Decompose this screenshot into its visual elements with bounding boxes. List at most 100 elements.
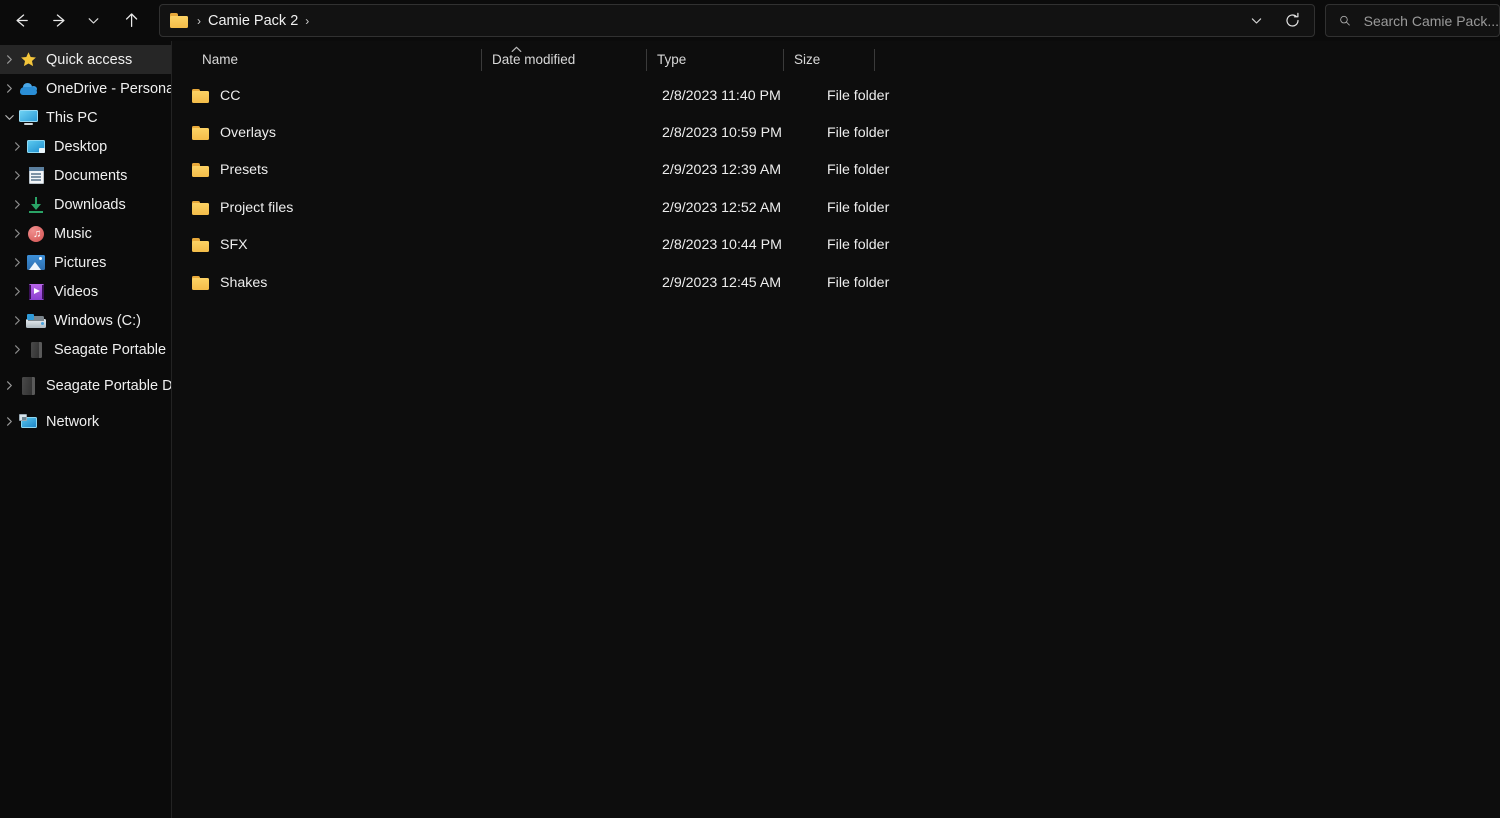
file-name-cell[interactable]: SFX <box>192 237 248 253</box>
address-bar[interactable]: › Camie Pack 2 › <box>159 4 1315 37</box>
forward-button[interactable] <box>42 5 76 37</box>
file-list-pane: Name Date modified Type Size CC 2/8/2023… <box>172 41 1500 818</box>
type-cell: File folder <box>827 274 890 291</box>
chevron-right-icon[interactable] <box>8 199 26 210</box>
back-button[interactable] <box>4 5 38 37</box>
type-cell: File folder <box>827 87 890 104</box>
chevron-down-icon[interactable] <box>0 112 18 123</box>
sidebar-item-this-pc[interactable]: This PC <box>0 103 171 132</box>
sidebar-item-pictures[interactable]: Pictures <box>0 248 171 277</box>
sidebar-item-label: This PC <box>46 109 98 126</box>
column-header-date-modified[interactable]: Date modified <box>482 41 575 77</box>
breadcrumb-separator-icon[interactable]: › <box>190 15 208 27</box>
pictures-icon <box>26 254 46 272</box>
navigation-toolbar: › Camie Pack 2 › Search Camie Pack... <box>0 0 1500 41</box>
refresh-icon <box>1285 12 1299 27</box>
table-row[interactable]: CC 2/8/2023 11:40 PM File folder <box>172 77 1500 114</box>
chevron-down-icon <box>1251 18 1261 24</box>
column-divider[interactable] <box>874 49 875 71</box>
chevron-right-icon[interactable] <box>8 170 26 181</box>
type-cell: File folder <box>827 125 890 142</box>
search-icon <box>1340 15 1350 26</box>
chevron-right-icon[interactable] <box>8 228 26 239</box>
previous-locations-button[interactable] <box>1238 5 1274 36</box>
refresh-button[interactable] <box>1274 5 1310 36</box>
sidebar-item-documents[interactable]: Documents <box>0 161 171 190</box>
type-cell: File folder <box>827 162 890 179</box>
sidebar-item-label: Pictures <box>54 254 107 271</box>
arrow-up-icon <box>125 13 137 28</box>
videos-icon <box>26 283 46 301</box>
folder-icon <box>192 275 209 290</box>
breadcrumb-item-camie-pack-2[interactable]: Camie Pack 2 <box>208 13 298 29</box>
type-cell: File folder <box>827 199 890 216</box>
sidebar-item-seagate-portable-drive[interactable]: Seagate Portable Drive <box>0 371 171 400</box>
column-header-name[interactable]: Name <box>192 41 238 77</box>
file-name-cell[interactable]: Shakes <box>192 275 267 291</box>
sidebar-item-downloads[interactable]: Downloads <box>0 190 171 219</box>
sidebar-item-label: Videos <box>54 283 99 300</box>
file-explorer-window: › Camie Pack 2 › Search Camie Pack... Qu… <box>0 0 1500 818</box>
external-drive-icon <box>26 341 46 359</box>
sidebar-item-desktop[interactable]: Desktop <box>0 132 171 161</box>
documents-icon <box>26 167 46 185</box>
external-drive-icon <box>18 376 38 395</box>
arrow-right-icon <box>52 14 65 27</box>
file-name-text: Shakes <box>220 274 268 291</box>
file-name-cell[interactable]: CC <box>192 88 241 104</box>
chevron-right-icon[interactable] <box>0 380 18 391</box>
navigation-pane[interactable]: Quick access OneDrive - Personal This PC… <box>0 41 172 818</box>
chevron-right-icon[interactable] <box>8 315 26 326</box>
sidebar-item-quick-access[interactable]: Quick access <box>0 45 171 74</box>
chevron-right-icon[interactable] <box>0 416 18 427</box>
sidebar-item-music[interactable]: ♫ Music <box>0 219 171 248</box>
folder-icon <box>192 126 209 141</box>
file-name-text: Overlays <box>220 125 276 142</box>
sidebar-item-windows-c[interactable]: Windows (C:) <box>0 306 171 335</box>
this-pc-icon <box>18 109 38 127</box>
date-modified-cell: 2/8/2023 10:59 PM <box>662 125 782 142</box>
arrow-left-icon <box>15 14 28 27</box>
chevron-down-icon <box>88 18 98 24</box>
date-modified-cell: 2/8/2023 11:40 PM <box>662 87 781 104</box>
folder-icon <box>192 88 209 103</box>
breadcrumb-separator-trailing-icon[interactable]: › <box>298 15 316 27</box>
file-name-cell[interactable]: Presets <box>192 162 268 178</box>
sidebar-item-label: Downloads <box>54 196 126 213</box>
file-name-text: Project files <box>220 199 294 216</box>
explorer-body: Quick access OneDrive - Personal This PC… <box>0 41 1500 818</box>
sidebar-item-label: Music <box>54 225 92 242</box>
table-row[interactable]: Overlays 2/8/2023 10:59 PM File folder <box>172 114 1500 151</box>
search-input-placeholder[interactable]: Search Camie Pack... <box>1364 13 1499 29</box>
sidebar-item-network[interactable]: Network <box>0 407 171 436</box>
table-row[interactable]: SFX 2/8/2023 10:44 PM File folder <box>172 227 1500 264</box>
star-icon <box>18 51 38 69</box>
sidebar-item-label: Documents <box>54 167 128 184</box>
sidebar-item-label: OneDrive - Personal <box>46 80 171 97</box>
chevron-right-icon[interactable] <box>8 257 26 268</box>
file-name-cell[interactable]: Project files <box>192 200 293 216</box>
table-row[interactable]: Project files 2/9/2023 12:52 AM File fol… <box>172 189 1500 226</box>
column-header-size[interactable]: Size <box>784 41 820 77</box>
sidebar-item-label: Desktop <box>54 138 108 155</box>
chevron-right-icon[interactable] <box>0 83 18 94</box>
file-name-cell[interactable]: Overlays <box>192 125 276 141</box>
sidebar-item-videos[interactable]: Videos <box>0 277 171 306</box>
sidebar-item-seagate-portable-drive-nested[interactable]: Seagate Portable Drive <box>0 335 171 364</box>
table-row[interactable]: Presets 2/9/2023 12:39 AM File folder <box>172 152 1500 189</box>
chevron-right-icon[interactable] <box>0 54 18 65</box>
up-button[interactable] <box>114 5 148 37</box>
file-list-rows[interactable]: CC 2/8/2023 11:40 PM File folder Overlay… <box>172 77 1500 818</box>
chevron-right-icon[interactable] <box>8 344 26 355</box>
chevron-right-icon[interactable] <box>8 286 26 297</box>
column-header-type[interactable]: Type <box>647 41 686 77</box>
sidebar-item-onedrive-personal[interactable]: OneDrive - Personal <box>0 74 171 103</box>
chevron-right-icon[interactable] <box>8 141 26 152</box>
table-row[interactable]: Shakes 2/9/2023 12:45 AM File folder <box>172 264 1500 301</box>
sidebar-item-label: Seagate Portable Drive <box>46 377 171 394</box>
recent-locations-button[interactable] <box>76 5 110 37</box>
sidebar-item-label: Seagate Portable Drive <box>54 341 171 358</box>
type-cell: File folder <box>827 237 890 254</box>
search-box[interactable]: Search Camie Pack... <box>1325 4 1500 37</box>
desktop-icon <box>26 138 46 156</box>
